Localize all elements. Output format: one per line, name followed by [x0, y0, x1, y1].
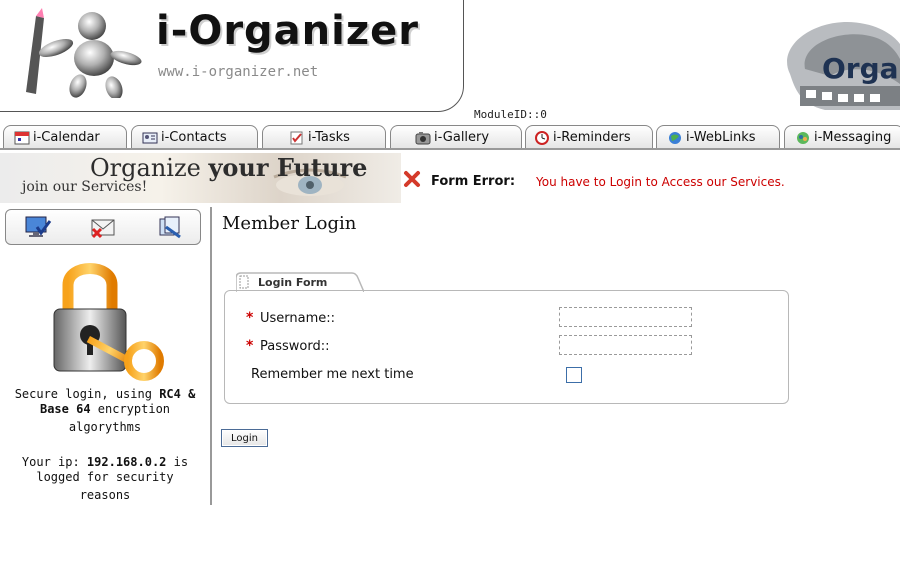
secure-rc4: RC4 & — [159, 387, 196, 401]
app-url[interactable]: www.i-organizer.net — [158, 64, 318, 80]
tab-gallery[interactable]: i-Gallery — [390, 125, 522, 149]
error-label: Form Error: — [431, 174, 516, 189]
secure-login-text: Secure login, using RC4 & Base 64 encryp… — [0, 387, 210, 417]
right-logo-text: Orga — [822, 52, 899, 85]
gallery-icon — [415, 131, 431, 144]
contacts-icon — [142, 132, 158, 143]
reminders-icon — [535, 130, 549, 145]
login-button[interactable]: Login — [221, 429, 268, 447]
secure-text-post: encryption — [90, 402, 171, 416]
banner-title-part2: your Future — [208, 153, 368, 182]
secure-text-pre: Secure login, using — [14, 387, 160, 401]
mail-delete-icon[interactable] — [89, 215, 117, 239]
remember-label: Remember me next time — [251, 367, 414, 382]
banner-subtitle: join our Services! — [22, 179, 148, 195]
sidebar-divider — [210, 207, 212, 505]
promo-banner: Organize your Future join our Services! — [0, 153, 401, 203]
required-marker: * — [246, 310, 254, 326]
page-title: Member Login — [222, 213, 357, 234]
messaging-icon — [797, 131, 809, 144]
weblinks-icon — [669, 131, 681, 144]
tasks-icon — [290, 131, 303, 144]
tab-label: i-WebLinks — [686, 130, 756, 145]
main-tab-bar: i-Calendar i-Contacts i-Tasks i-Gallery … — [0, 125, 900, 149]
ip-line2: logged for security — [36, 470, 174, 484]
sidebar: Secure login, using RC4 & Base 64 encryp… — [0, 207, 210, 505]
tab-label: i-Reminders — [553, 130, 631, 145]
module-id-label: ModuleID::0 — [474, 108, 547, 121]
ip-text: Your ip: 192.168.0.2 is logged for secur… — [0, 455, 210, 485]
ip-line3: reasons — [79, 488, 131, 502]
calendar-icon — [14, 131, 30, 144]
password-label: Password:: — [260, 339, 330, 354]
tab-tasks[interactable]: i-Tasks — [262, 125, 386, 149]
documents-icon[interactable] — [156, 215, 184, 239]
logo-figure-icon — [26, 8, 142, 98]
tab-calendar[interactable]: i-Calendar — [3, 125, 127, 149]
sidebar-toolbar — [5, 209, 201, 245]
username-label: Username:: — [260, 311, 336, 326]
app-title: i-Organizer — [156, 8, 419, 54]
form-tab-label: Login Form — [258, 276, 328, 289]
ip-value: 192.168.0.2 — [86, 455, 167, 469]
tab-contacts[interactable]: i-Contacts — [131, 125, 258, 149]
tab-messaging[interactable]: i-Messaging — [784, 125, 900, 149]
ip-post: is — [166, 455, 189, 469]
padlock-key-icon — [53, 263, 164, 381]
tab-reminders[interactable]: i-Reminders — [525, 125, 653, 149]
ip-pre: Your ip: — [21, 455, 87, 469]
remember-checkbox[interactable] — [566, 367, 582, 383]
tab-label: i-Calendar — [33, 130, 100, 145]
banner-title-part1: Organize — [90, 154, 209, 182]
username-input[interactable] — [559, 307, 692, 327]
password-input[interactable] — [559, 335, 692, 355]
tab-label: i-Gallery — [434, 130, 490, 145]
error-x-icon — [404, 171, 420, 187]
secure-text-line3: algorythms — [68, 420, 142, 434]
tab-label: i-Tasks — [308, 130, 350, 145]
desktop-check-icon[interactable] — [24, 215, 52, 239]
required-marker: * — [246, 338, 254, 354]
tab-label: i-Messaging — [814, 130, 892, 145]
banner-title: Organize your Future — [90, 153, 367, 182]
tab-weblinks[interactable]: i-WebLinks — [656, 125, 780, 149]
tabs-underline — [0, 148, 900, 150]
secure-base64: Base 64 — [39, 402, 91, 416]
tab-label: i-Contacts — [161, 130, 227, 145]
error-message: You have to Login to Access our Services… — [536, 175, 785, 189]
